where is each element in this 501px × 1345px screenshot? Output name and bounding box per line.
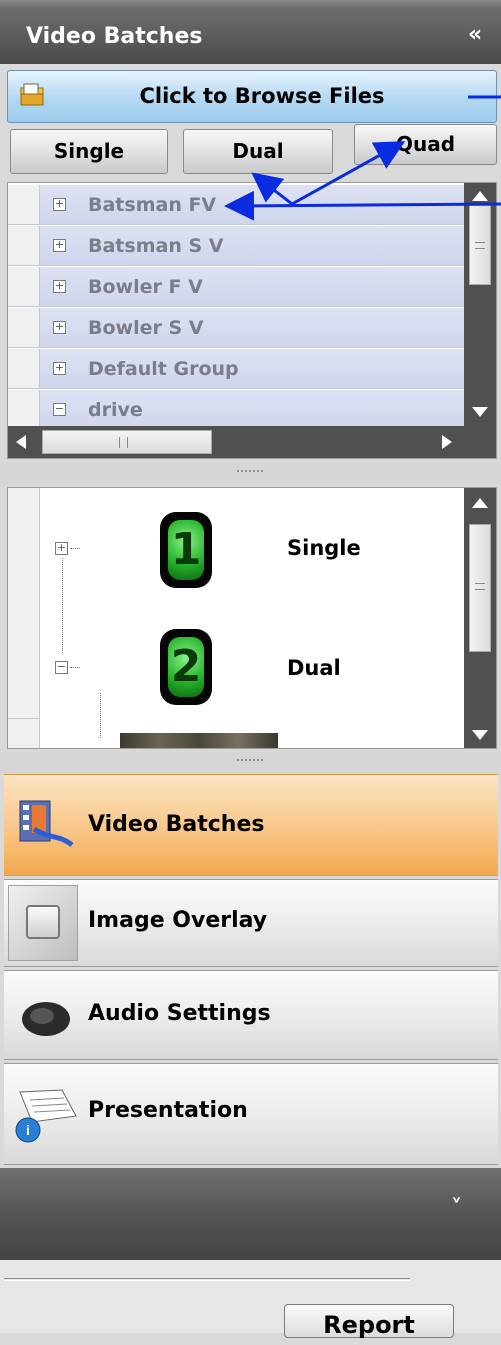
annotation-arrow [291, 141, 406, 206]
annotation-arrow [224, 190, 501, 221]
annotation-arrows [224, 95, 501, 221]
annotation-arrow [251, 172, 293, 206]
